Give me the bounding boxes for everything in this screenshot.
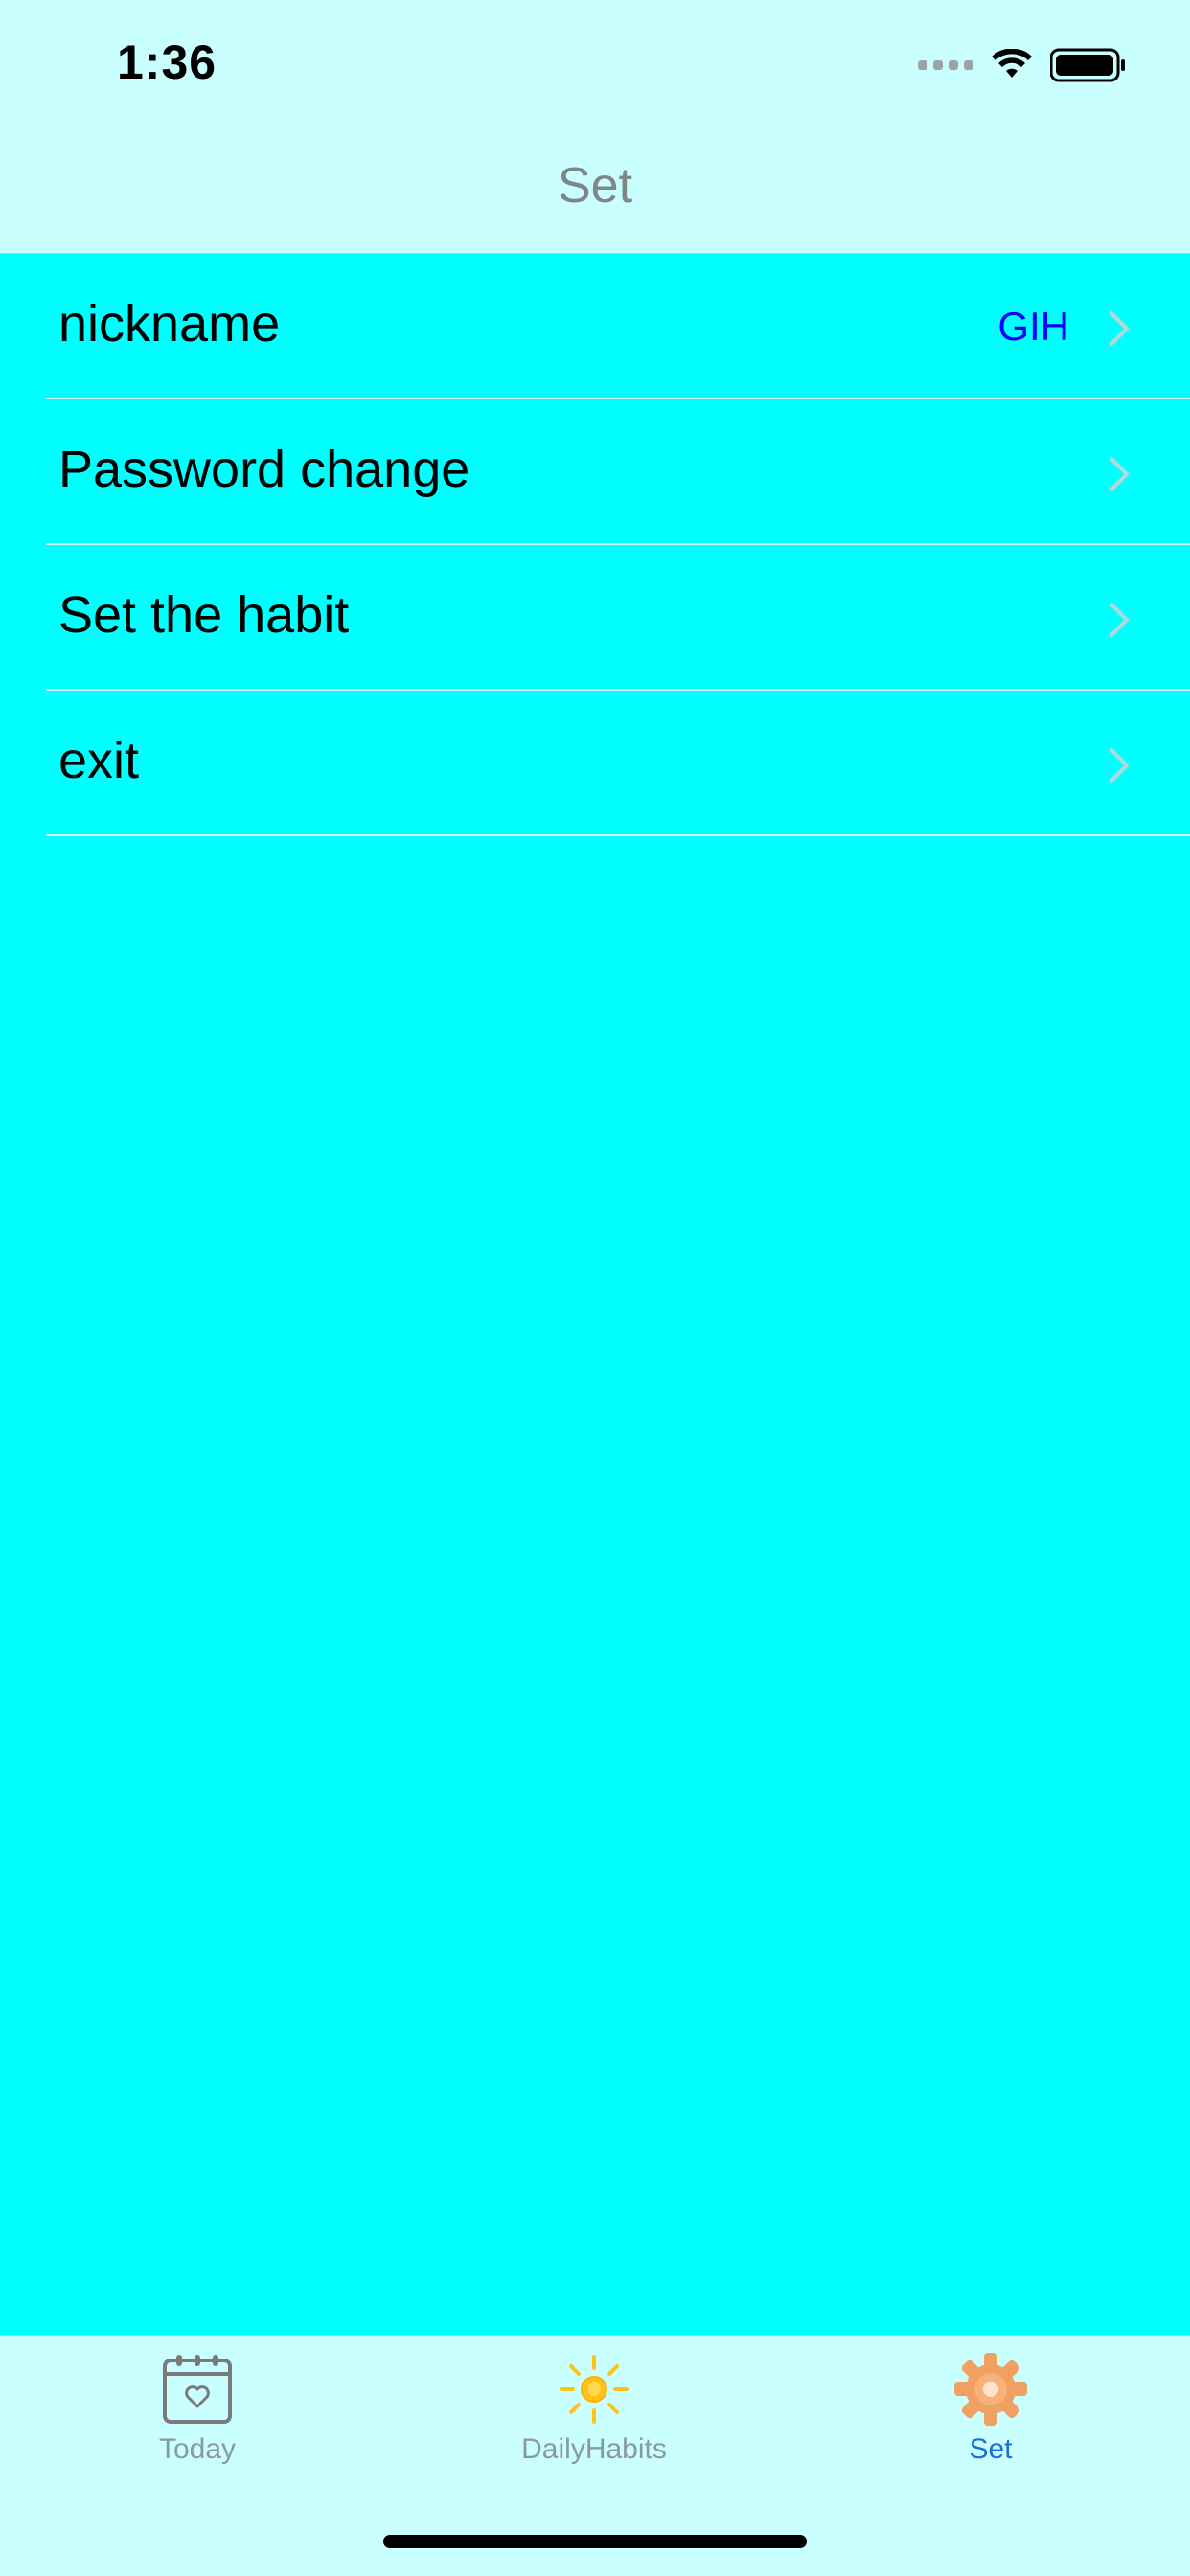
tab-label: Today [158,2433,237,2465]
settings-row-label: nickname [58,295,281,353]
chevron-right-icon [1110,748,1129,783]
status-icons [918,46,1127,84]
tab-label: DailyHabits [521,2433,667,2465]
nickname-value: GIH [997,304,1069,349]
calendar-heart-icon [163,2355,232,2424]
settings-row-label: exit [58,732,140,789]
chevron-right-icon [1110,311,1129,346]
settings-row-set-habit[interactable]: Set the habit [46,545,1190,691]
settings-row-label: Password change [58,441,470,498]
tab-set[interactable]: Set [876,2351,1106,2466]
gear-icon [954,2353,1027,2426]
cellular-signal-icon [918,60,973,70]
tab-dailyhabits[interactable]: DailyHabits [479,2351,709,2466]
page-title: Set [557,158,633,214]
tab-today[interactable]: Today [82,2351,312,2466]
chevron-right-icon [1110,603,1129,637]
settings-row-label: Set the habit [58,586,350,644]
status-time: 1:36 [117,35,217,89]
settings-row-nickname[interactable]: nickname GIH [46,254,1190,399]
settings-list: nickname GIH Password change Set the hab… [0,254,1190,836]
settings-row-exit[interactable]: exit [46,691,1190,836]
settings-row-password-change[interactable]: Password change [46,399,1190,545]
home-indicator [383,2535,807,2548]
battery-icon [1050,48,1125,82]
wifi-icon [992,49,1032,78]
top-bar: 1:36 Set [0,0,1190,254]
tab-label: Set [969,2433,1013,2465]
sun-icon [560,2355,629,2424]
chevron-right-icon [1110,457,1129,491]
